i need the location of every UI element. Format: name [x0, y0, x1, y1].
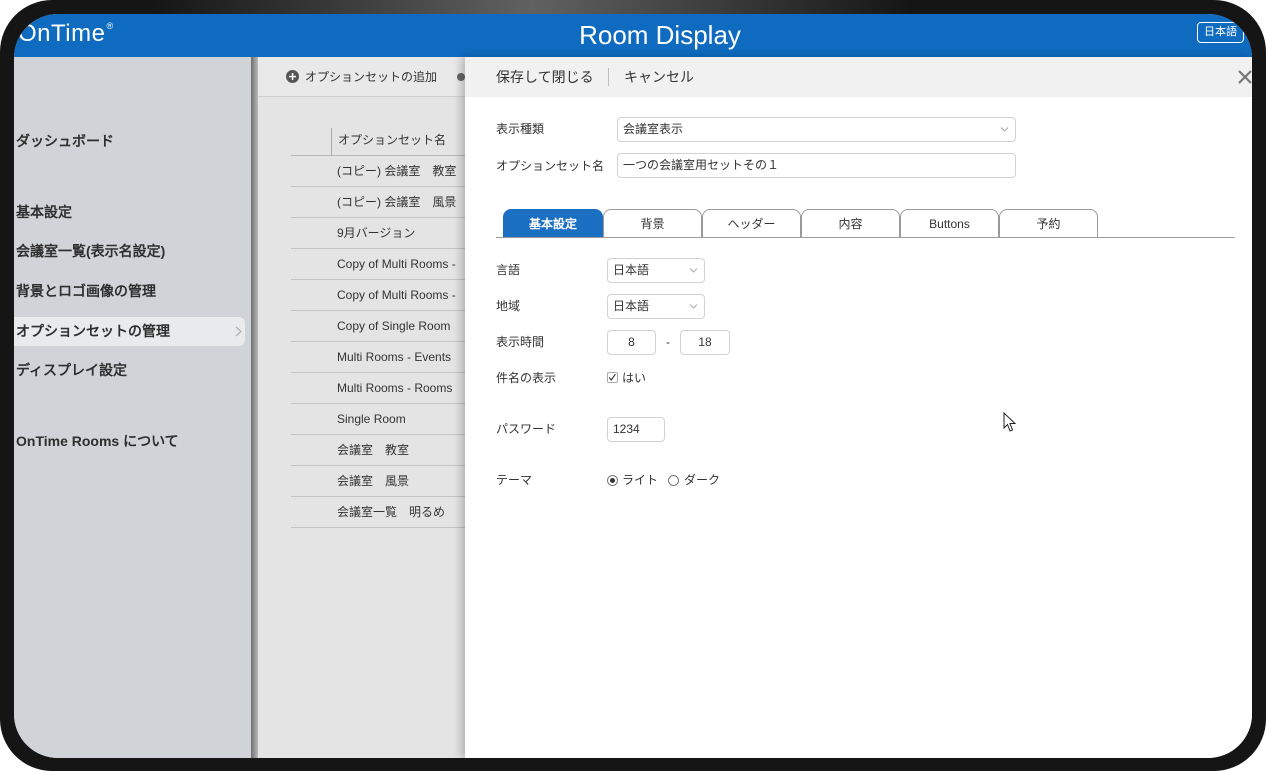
app-logo[interactable]: OnTime® [18, 19, 114, 49]
option-set-list: (コピー) 会議室 教室 (コピー) 会議室 風景 9月バージョン Copy o… [291, 156, 478, 528]
sidebar-divider [251, 57, 258, 758]
list-item[interactable]: Multi Rooms - Events [291, 342, 478, 373]
list-item[interactable]: Copy of Single Room [291, 311, 478, 342]
cancel-button[interactable]: キャンセル [624, 67, 694, 87]
list-toolbar: オプションセットの追加 [258, 57, 478, 97]
display-type-select[interactable]: 会議室表示 [617, 117, 1016, 142]
save-and-close-button[interactable]: 保存して閉じる [496, 67, 594, 87]
language-label: 言語 [496, 263, 521, 277]
set-name-input[interactable]: 一つの会議室用セットその１ [617, 153, 1016, 178]
sidebar-item-label: 基本設定 [16, 204, 72, 220]
region-select[interactable]: 日本語 [607, 294, 705, 319]
screen: OnTime® Room Display 日本語 ダッシュボード 基本設定 会議… [14, 14, 1252, 758]
tab-reservation[interactable]: 予約 [999, 209, 1098, 238]
password-input[interactable]: 1234 [607, 417, 665, 442]
chevron-down-icon [689, 304, 698, 309]
column-divider [331, 128, 332, 156]
theme-label: テーマ [496, 473, 533, 487]
tab-background[interactable]: 背景 [603, 209, 702, 238]
tab-buttons[interactable]: Buttons [900, 209, 999, 238]
list-item[interactable]: 会議室 教室 [291, 435, 478, 466]
close-icon[interactable] [1237, 69, 1252, 85]
end-hour-input[interactable]: 18 [680, 330, 730, 355]
theme-light-label[interactable]: ライト [622, 472, 658, 488]
option-set-editor: 保存して閉じる キャンセル 表示種類 会議室表示 オプションセット名 一つの会議… [465, 57, 1252, 758]
sidebar-item-display-settings[interactable]: ディスプレイ設定 [14, 356, 245, 385]
sidebar-item-room-list[interactable]: 会議室一覧(表示名設定) [14, 237, 245, 266]
check-icon [608, 373, 616, 381]
sidebar: ダッシュボード 基本設定 会議室一覧(表示名設定) 背景とロゴ画像の管理 オプシ… [14, 57, 251, 758]
start-hour-input[interactable]: 8 [607, 330, 656, 355]
tab-content[interactable]: 内容 [801, 209, 900, 238]
option-set-list-panel: オプションセットの追加 オプションセット名 (コピー) 会議室 教室 (コピー)… [258, 57, 478, 758]
list-item[interactable]: Copy of Multi Rooms - [291, 280, 478, 311]
tab-basic-settings[interactable]: 基本設定 [503, 209, 603, 238]
list-item[interactable]: (コピー) 会議室 風景 [291, 187, 478, 218]
sidebar-item-basic-settings[interactable]: 基本設定 [14, 198, 245, 227]
region-value: 日本語 [613, 299, 650, 313]
subject-display-label: 件名の表示 [496, 371, 557, 385]
page-title: Room Display [579, 20, 741, 50]
chevron-down-icon [1000, 127, 1009, 132]
list-item[interactable]: (コピー) 会議室 教室 [291, 156, 478, 187]
list-item[interactable]: Multi Rooms - Rooms [291, 373, 478, 404]
region-label: 地域 [496, 299, 521, 313]
mouse-pointer-icon [1003, 412, 1017, 432]
sidebar-item-about[interactable]: OnTime Rooms について [14, 427, 245, 456]
subject-display-option[interactable]: はい [622, 370, 646, 386]
top-bar: OnTime® Room Display 日本語 [14, 14, 1252, 57]
plus-circle-icon[interactable] [286, 70, 299, 83]
theme-light-radio[interactable] [607, 475, 618, 486]
device-frame: OnTime® Room Display 日本語 ダッシュボード 基本設定 会議… [0, 0, 1266, 771]
theme-dark-radio[interactable] [668, 475, 679, 486]
list-item[interactable]: Copy of Multi Rooms - [291, 249, 478, 280]
add-option-set-button[interactable]: オプションセットの追加 [305, 68, 437, 86]
column-header-name[interactable]: オプションセット名 [338, 126, 446, 155]
chevron-right-icon [235, 326, 242, 337]
list-item[interactable]: Single Room [291, 404, 478, 435]
tab-baseline [496, 237, 1235, 238]
theme-dark-label[interactable]: ダーク [684, 472, 720, 488]
language-button[interactable]: 日本語 [1197, 22, 1244, 43]
language-select[interactable]: 日本語 [607, 258, 705, 283]
list-item[interactable]: 会議室 風景 [291, 466, 478, 497]
list-item[interactable]: 9月バージョン [291, 218, 478, 249]
table-header: オプションセット名 [291, 126, 478, 156]
subject-display-checkbox[interactable] [607, 372, 618, 383]
list-item[interactable]: 会議室一覧 明るめ [291, 497, 478, 528]
header-divider [608, 68, 609, 86]
sidebar-item-option-sets[interactable]: オプションセットの管理 [14, 317, 245, 346]
password-label: パスワード [496, 422, 557, 436]
display-type-label: 表示種類 [496, 122, 545, 136]
set-name-value: 一つの会議室用セットその１ [623, 158, 780, 172]
tab-header[interactable]: ヘッダー [702, 209, 801, 238]
language-value: 日本語 [613, 263, 650, 277]
sidebar-item-label: ダッシュボード [16, 133, 114, 149]
time-separator: - [666, 335, 670, 349]
registered-mark: ® [106, 21, 114, 31]
set-name-label: オプションセット名 [496, 159, 605, 173]
sidebar-item-label: オプションセットの管理 [16, 323, 170, 339]
circle-icon[interactable] [457, 73, 465, 81]
sidebar-item-dashboard[interactable]: ダッシュボード [14, 127, 245, 156]
display-time-label: 表示時間 [496, 335, 545, 349]
sidebar-item-background-logo[interactable]: 背景とロゴ画像の管理 [14, 277, 245, 306]
editor-header: 保存して閉じる キャンセル [465, 57, 1252, 97]
sidebar-item-label: 会議室一覧(表示名設定) [16, 243, 166, 259]
sidebar-item-label: ディスプレイ設定 [16, 362, 128, 378]
sidebar-item-label: 背景とロゴ画像の管理 [16, 283, 156, 299]
display-type-value: 会議室表示 [623, 122, 684, 136]
logo-text: OnTime [18, 20, 106, 47]
sidebar-item-label: OnTime Rooms について [16, 433, 179, 449]
chevron-down-icon [689, 268, 698, 273]
